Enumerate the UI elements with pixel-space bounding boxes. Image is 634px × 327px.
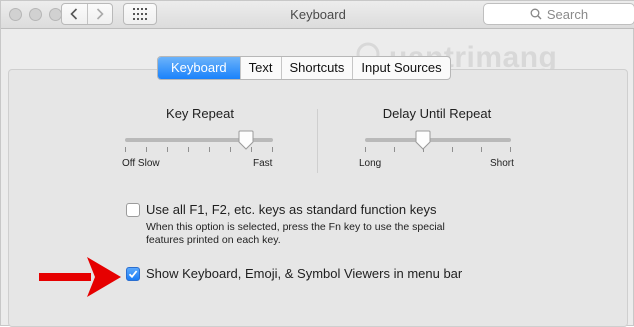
navigation-buttons	[61, 3, 113, 25]
close-window-button[interactable]	[9, 8, 22, 21]
back-button[interactable]	[62, 4, 87, 24]
search-field[interactable]: Search	[483, 3, 634, 25]
viewers-checkbox[interactable]	[126, 267, 140, 281]
forward-button[interactable]	[86, 4, 113, 24]
delay-until-repeat-tick	[394, 147, 395, 152]
chevron-left-icon	[70, 8, 78, 20]
key-repeat-tick	[209, 147, 210, 152]
tab-shortcuts[interactable]: Shortcuts	[280, 57, 353, 79]
key-repeat-min-label: Off Slow	[122, 158, 160, 169]
delay-until-repeat-tick	[481, 147, 482, 152]
show-all-button[interactable]	[123, 3, 157, 25]
search-placeholder: Search	[546, 6, 589, 22]
titlebar: Keyboard Search	[1, 1, 634, 29]
delay-until-repeat-min-label: Long	[359, 158, 382, 169]
key-repeat-knob[interactable]	[238, 130, 254, 150]
minimize-window-button[interactable]	[29, 8, 42, 21]
key-repeat-tick	[167, 147, 168, 152]
tab-keyboard[interactable]: Keyboard	[158, 57, 240, 79]
grid-icon	[133, 8, 147, 20]
delay-until-repeat-title: Delay Until Repeat	[382, 106, 492, 121]
slider-divider	[317, 109, 318, 173]
key-repeat-tick	[272, 147, 273, 152]
key-repeat-title: Key Repeat	[166, 106, 234, 121]
tab-bar: Keyboard Text Shortcuts Input Sources	[157, 56, 451, 80]
key-repeat-max-label: Fast	[253, 158, 273, 169]
key-repeat-tick	[230, 147, 231, 152]
delay-until-repeat-max-label: Short	[490, 158, 514, 169]
checkmark-icon	[128, 270, 138, 279]
key-repeat-tick	[146, 147, 147, 152]
chevron-right-icon	[96, 8, 104, 20]
key-repeat-tick	[125, 147, 126, 152]
window-title: Keyboard	[290, 7, 346, 22]
key-repeat-tick	[188, 147, 189, 152]
tab-input-sources[interactable]: Input Sources	[352, 57, 449, 79]
delay-until-repeat-tick	[365, 147, 366, 152]
viewers-label[interactable]: Show Keyboard, Emoji, & Symbol Viewers i…	[146, 266, 462, 281]
keyboard-preferences-window: Keyboard Search uantrimang Keyboard Text…	[0, 0, 634, 327]
fn-keys-checkbox[interactable]	[126, 203, 140, 217]
tab-text[interactable]: Text	[239, 57, 281, 79]
delay-until-repeat-track[interactable]	[365, 138, 511, 142]
fn-keys-label[interactable]: Use all F1, F2, etc. keys as standard fu…	[146, 202, 436, 217]
search-icon	[530, 8, 542, 20]
red-arrow-icon	[39, 257, 121, 297]
fn-keys-help-text: When this option is selected, press the …	[146, 221, 445, 246]
delay-until-repeat-tick	[510, 147, 511, 152]
delay-until-repeat-knob[interactable]	[415, 130, 431, 150]
delay-until-repeat-tick	[452, 147, 453, 152]
